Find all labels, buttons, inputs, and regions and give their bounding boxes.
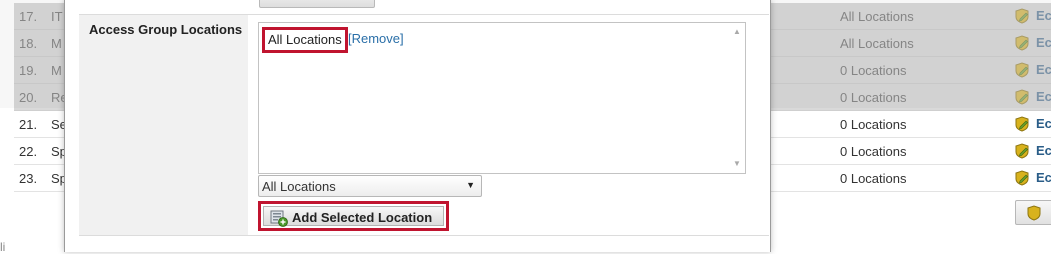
field-label-cell: Access Group Locations bbox=[79, 15, 248, 235]
row-locations: 0 Locations bbox=[840, 117, 907, 132]
edit-link[interactable]: Ec bbox=[1036, 35, 1051, 50]
edit-icon[interactable] bbox=[1014, 62, 1030, 78]
edit-icon[interactable] bbox=[1014, 8, 1030, 24]
row-number: 17. bbox=[19, 9, 38, 24]
edit-link[interactable]: Ec bbox=[1036, 62, 1051, 77]
scroll-up-arrow-icon[interactable]: ▲ bbox=[733, 28, 741, 36]
edit-link[interactable]: Ec bbox=[1036, 170, 1051, 185]
selected-location-item: All Locations bbox=[262, 27, 348, 53]
row-name: M bbox=[51, 36, 62, 51]
scroll-down-arrow-icon[interactable]: ▼ bbox=[733, 160, 741, 168]
chevron-down-icon: ▼ bbox=[466, 180, 475, 190]
row-number: 20. bbox=[19, 90, 38, 105]
edit-icon[interactable] bbox=[1014, 35, 1030, 51]
edit-link[interactable]: Ec bbox=[1036, 116, 1051, 131]
edit-icon[interactable] bbox=[1014, 170, 1030, 186]
row-locations: All Locations bbox=[840, 36, 914, 51]
list-scrollbar[interactable]: ▲ ▼ bbox=[729, 23, 745, 173]
remove-location-link[interactable]: [Remove] bbox=[348, 31, 404, 46]
edit-icon[interactable] bbox=[1014, 89, 1030, 105]
location-select[interactable]: All Locations ▼ bbox=[258, 175, 482, 197]
access-group-locations-label: Access Group Locations bbox=[89, 22, 243, 37]
row-number: 18. bbox=[19, 36, 38, 51]
access-group-locations-row: Access Group Locations All Locations [Re… bbox=[79, 14, 769, 236]
add-selected-location-button[interactable]: Add Selected Location bbox=[258, 201, 449, 231]
row-name: IT bbox=[51, 9, 63, 24]
row-number: 21. bbox=[19, 117, 38, 132]
edit-link[interactable]: Ec bbox=[1036, 8, 1051, 23]
row-number: 22. bbox=[19, 144, 38, 159]
add-location-icon bbox=[270, 210, 288, 227]
row-locations: All Locations bbox=[840, 9, 914, 24]
row-locations: 0 Locations bbox=[840, 171, 907, 186]
row-number: 19. bbox=[19, 63, 38, 78]
selected-locations-list[interactable]: All Locations [Remove] ▲ ▼ bbox=[258, 22, 746, 174]
edit-icon[interactable] bbox=[1014, 143, 1030, 159]
add-button-face: Add Selected Location bbox=[263, 206, 444, 227]
edit-link[interactable]: Ec bbox=[1036, 89, 1051, 104]
row-name: M bbox=[51, 63, 62, 78]
shield-icon bbox=[1027, 205, 1041, 221]
edit-icon[interactable] bbox=[1014, 116, 1030, 132]
add-selected-location-label: Add Selected Location bbox=[292, 210, 433, 225]
row-locations: 0 Locations bbox=[840, 63, 907, 78]
row-locations: 0 Locations bbox=[840, 144, 907, 159]
dialog-top-button[interactable] bbox=[259, 0, 375, 8]
edit-link[interactable]: Ec bbox=[1036, 143, 1051, 158]
location-select-value: All Locations bbox=[262, 179, 336, 194]
edit-access-group-dialog: Access Group Locations All Locations [Re… bbox=[64, 0, 771, 252]
background-action-button[interactable] bbox=[1015, 200, 1051, 225]
row-locations: 0 Locations bbox=[840, 90, 907, 105]
row-number: 23. bbox=[19, 171, 38, 186]
